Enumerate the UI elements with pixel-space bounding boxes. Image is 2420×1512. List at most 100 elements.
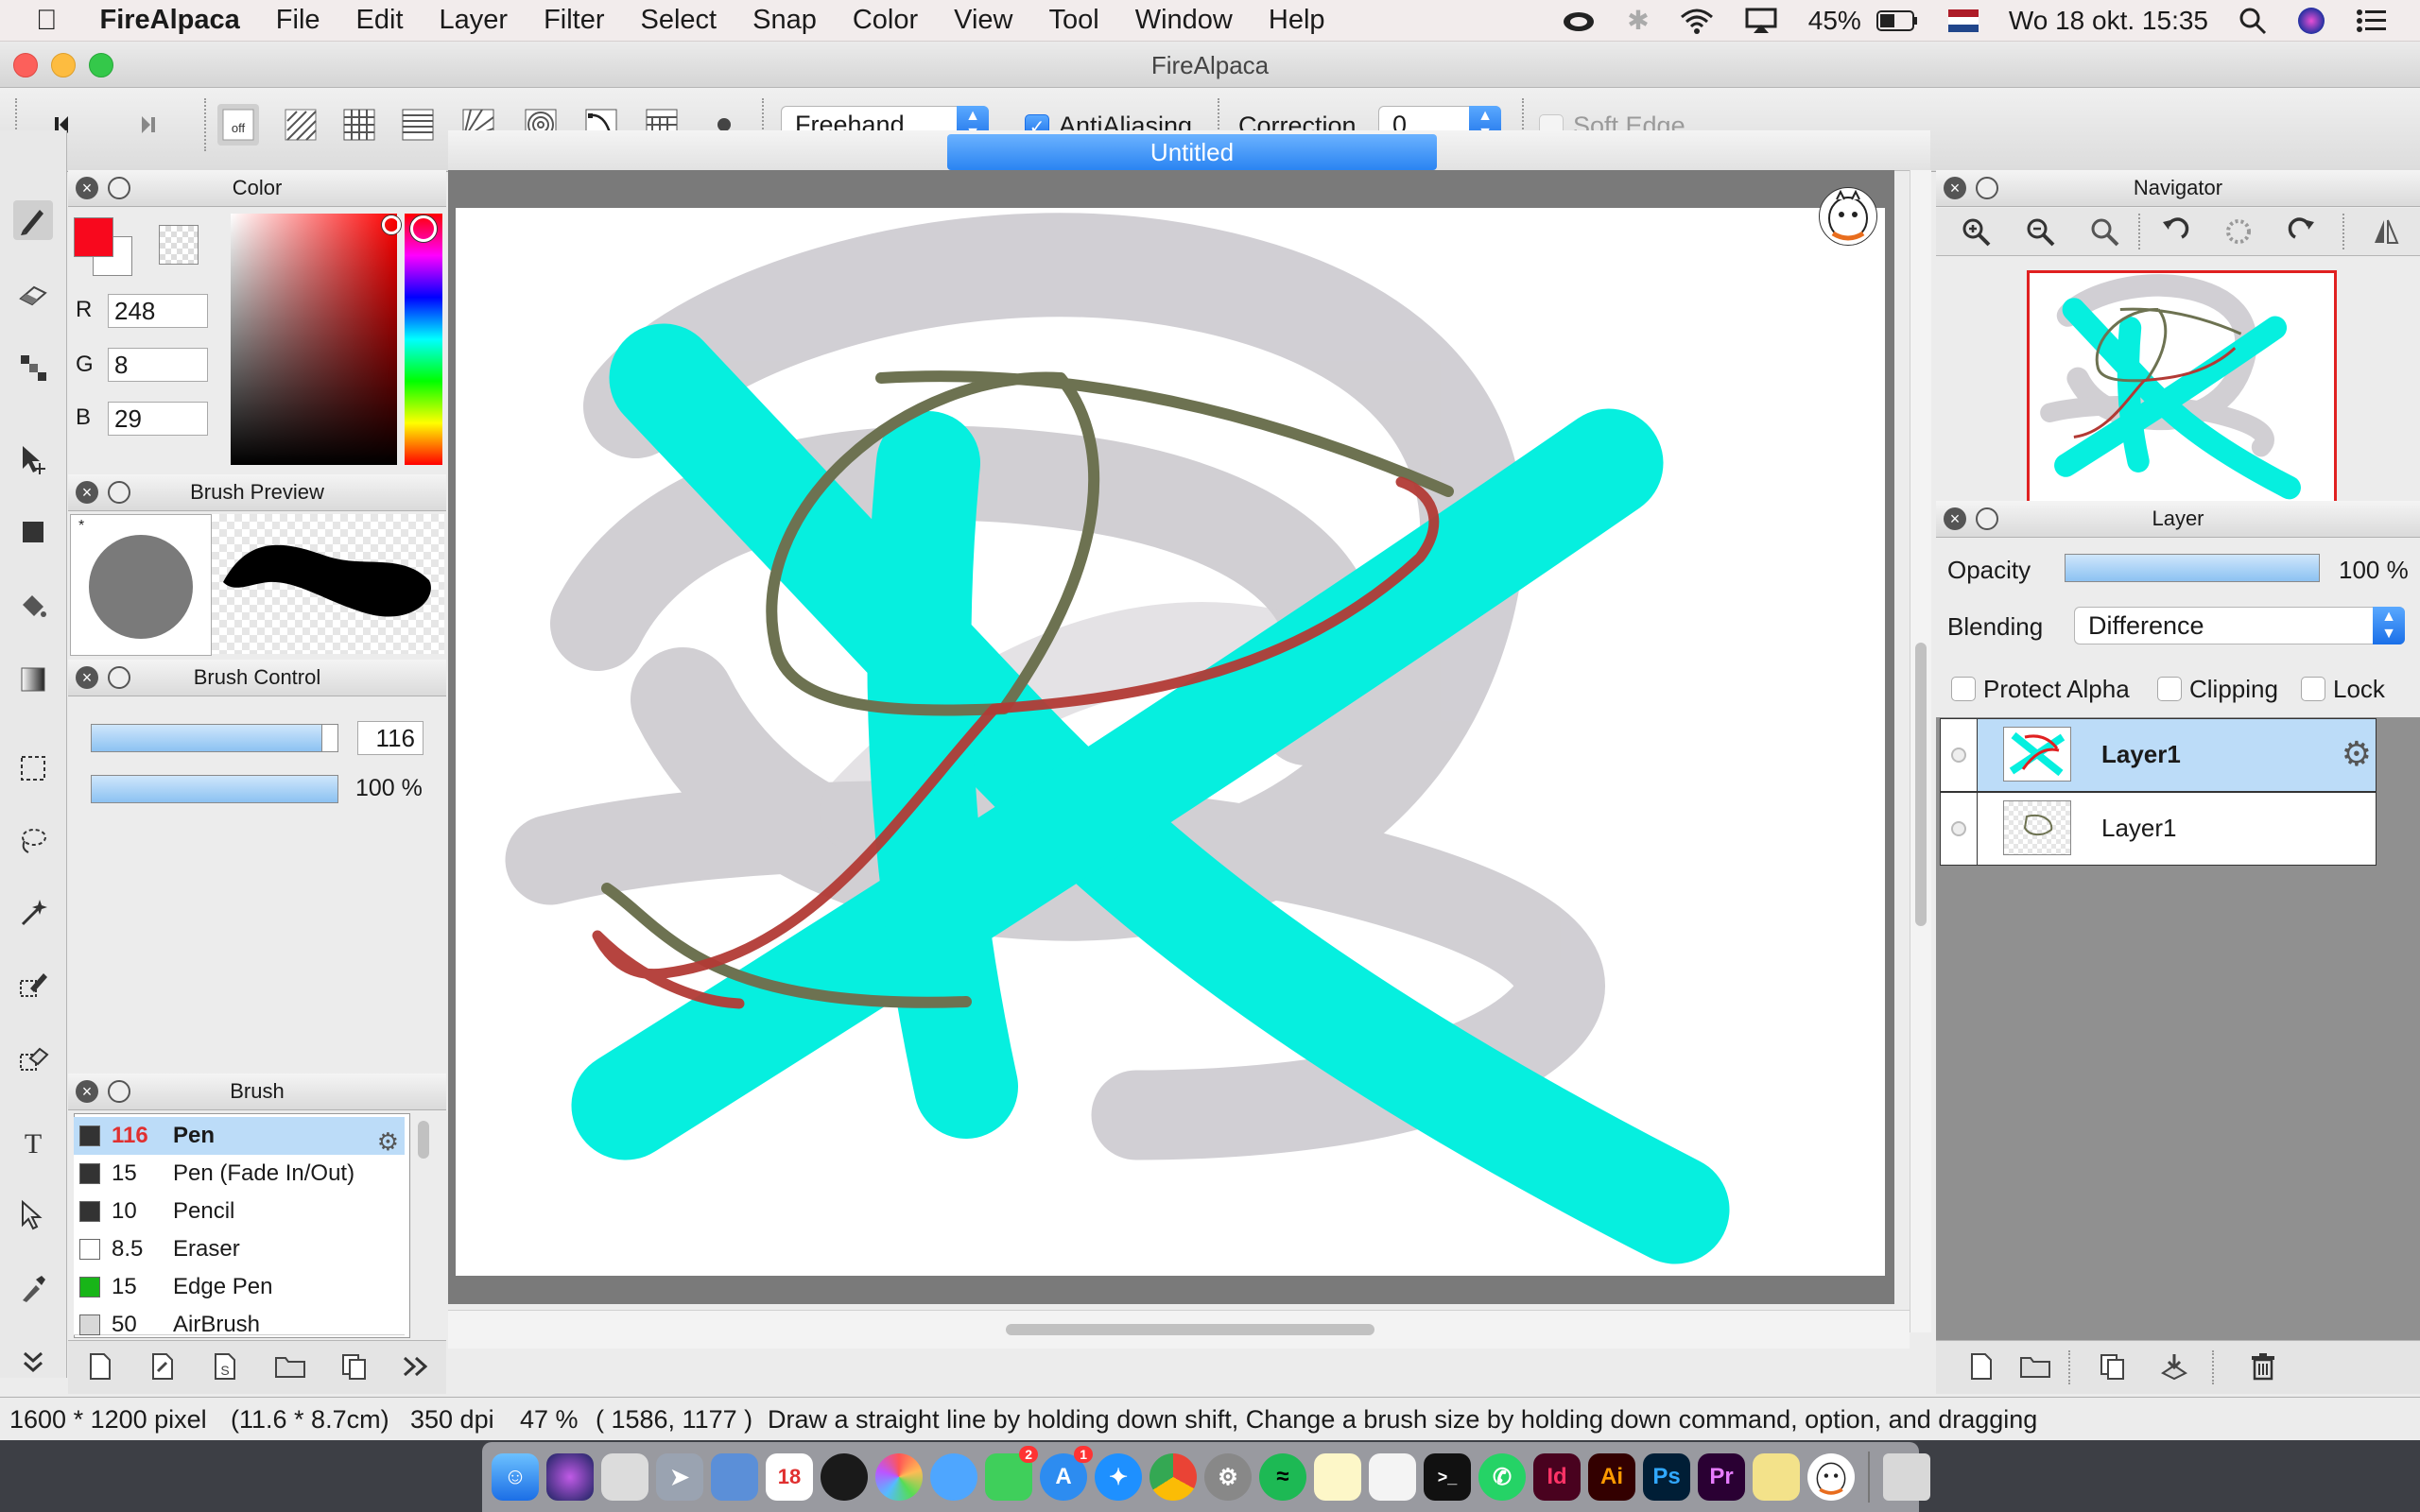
magic-wand-tool-icon[interactable] bbox=[13, 892, 53, 932]
b-input[interactable]: 29 bbox=[108, 402, 208, 436]
g-input[interactable]: 8 bbox=[108, 348, 208, 382]
document-tab[interactable]: Untitled bbox=[947, 134, 1437, 170]
menu-help[interactable]: Help bbox=[1251, 5, 1343, 36]
dashboard-icon[interactable] bbox=[821, 1453, 868, 1501]
safari-compass-icon[interactable]: ✦ bbox=[1095, 1453, 1142, 1501]
xcode-icon[interactable] bbox=[711, 1453, 758, 1501]
siri-icon[interactable] bbox=[2282, 7, 2341, 35]
duplicate-layer-icon[interactable] bbox=[2099, 1352, 2127, 1381]
brush-size-slider[interactable] bbox=[91, 724, 338, 752]
new-folder-icon[interactable] bbox=[2019, 1354, 2051, 1379]
battery-icon[interactable] bbox=[1876, 9, 1933, 32]
brush-list-item[interactable]: 15 Edge Pen bbox=[74, 1268, 405, 1307]
notes-icon[interactable] bbox=[1314, 1453, 1361, 1501]
detach-panel-icon[interactable] bbox=[108, 177, 130, 199]
menu-color[interactable]: Color bbox=[835, 5, 936, 36]
chrome-icon[interactable] bbox=[1150, 1453, 1197, 1501]
select-pen-tool-icon[interactable] bbox=[13, 964, 53, 1004]
brush-list-item[interactable]: 15 Pen (Fade In/Out) bbox=[74, 1155, 405, 1194]
detach-panel-icon[interactable] bbox=[108, 481, 130, 504]
drawing-canvas[interactable] bbox=[456, 208, 1885, 1276]
rotate-reset-icon[interactable] bbox=[2223, 216, 2254, 247]
select-tool-icon[interactable] bbox=[13, 748, 53, 788]
app-store-icon[interactable]: A 1 bbox=[1040, 1446, 1093, 1501]
layer-visibility-toggle[interactable] bbox=[1941, 719, 1978, 791]
layer-name[interactable]: Layer1 bbox=[2101, 740, 2181, 769]
hue-slider[interactable] bbox=[405, 214, 442, 465]
blending-mode-select[interactable]: Difference ▲ ▼ bbox=[2074, 607, 2405, 644]
lasso-tool-icon[interactable] bbox=[13, 820, 53, 860]
menu-edit[interactable]: Edit bbox=[338, 5, 422, 36]
layer-opacity-slider[interactable] bbox=[2065, 554, 2320, 582]
apple-icon[interactable]:  bbox=[0, 5, 82, 37]
wifi-icon[interactable] bbox=[1665, 8, 1729, 34]
detach-panel-icon[interactable] bbox=[108, 666, 130, 689]
photoshop-icon[interactable]: Ps bbox=[1643, 1453, 1690, 1501]
saturation-value-picker[interactable] bbox=[231, 214, 397, 465]
brush-size-input[interactable]: 116 bbox=[357, 721, 424, 755]
launchpad-rocket-icon[interactable]: ➤ bbox=[656, 1453, 703, 1501]
import-brush-icon[interactable] bbox=[149, 1352, 176, 1381]
rotate-left-icon[interactable] bbox=[2159, 216, 2189, 247]
menu-app-name[interactable]: FireAlpaca bbox=[82, 5, 258, 36]
detach-panel-icon[interactable] bbox=[108, 1080, 130, 1103]
clipping-checkbox[interactable] bbox=[2157, 677, 2182, 701]
rotate-right-icon[interactable] bbox=[2288, 216, 2318, 247]
creative-cloud-icon[interactable] bbox=[1546, 8, 1612, 34]
merge-down-icon[interactable] bbox=[2159, 1352, 2189, 1381]
notification-center-icon[interactable] bbox=[2341, 8, 2403, 34]
calendar-icon[interactable]: 18 bbox=[766, 1453, 813, 1501]
horizontal-scrollbar-thumb[interactable] bbox=[1006, 1324, 1374, 1335]
preview-icon[interactable] bbox=[601, 1453, 648, 1501]
close-panel-icon[interactable]: × bbox=[1944, 507, 1966, 530]
horizontal-scrollbar[interactable] bbox=[448, 1310, 1910, 1349]
clock[interactable]: Wo 18 okt. 15:35 bbox=[1994, 6, 2223, 36]
delete-layer-trash-icon[interactable] bbox=[2250, 1352, 2276, 1381]
textedit-icon[interactable] bbox=[1369, 1453, 1416, 1501]
layer-row[interactable]: Layer1 ⚙ bbox=[1940, 718, 2377, 792]
flip-horizontal-icon[interactable] bbox=[2371, 216, 2401, 247]
vertical-scrollbar-thumb[interactable] bbox=[1915, 643, 1927, 926]
messages-icon[interactable] bbox=[930, 1453, 977, 1501]
fill-rectangle-tool-icon[interactable] bbox=[13, 512, 53, 552]
menu-view[interactable]: View bbox=[936, 5, 1030, 36]
redo-icon[interactable] bbox=[127, 104, 168, 146]
menu-window[interactable]: Window bbox=[1117, 5, 1251, 36]
menu-filter[interactable]: Filter bbox=[526, 5, 622, 36]
indesign-icon[interactable]: Id bbox=[1533, 1453, 1581, 1501]
snap-off-button[interactable]: off bbox=[217, 104, 259, 146]
bucket-tool-icon[interactable] bbox=[13, 586, 53, 626]
siri-dock-icon[interactable] bbox=[546, 1453, 594, 1501]
firealpaca-dock-icon[interactable] bbox=[1807, 1453, 1855, 1501]
text-tool-icon[interactable]: T bbox=[13, 1123, 53, 1162]
gradient-tool-icon[interactable] bbox=[13, 660, 53, 699]
airplay-icon[interactable] bbox=[1729, 8, 1793, 34]
operation-tool-icon[interactable] bbox=[13, 1194, 53, 1234]
battery-percent[interactable]: 45% bbox=[1793, 6, 1876, 36]
dot-tool-icon[interactable] bbox=[13, 348, 53, 387]
menu-layer[interactable]: Layer bbox=[422, 5, 527, 36]
more-chevron-icon[interactable] bbox=[401, 1354, 431, 1379]
whatsapp-icon[interactable]: ✆ bbox=[1478, 1453, 1526, 1501]
spotlight-search-icon[interactable] bbox=[2223, 7, 2282, 35]
snap-grid-icon[interactable] bbox=[338, 104, 380, 146]
navigator-thumbnail[interactable] bbox=[2027, 270, 2337, 502]
close-panel-icon[interactable]: × bbox=[1944, 177, 1966, 199]
pen-tool-icon[interactable] bbox=[13, 200, 53, 240]
stickies-icon[interactable] bbox=[1753, 1453, 1800, 1501]
snap-parallel-icon[interactable] bbox=[280, 104, 321, 146]
layer-settings-gear-icon[interactable]: ⚙ bbox=[2342, 734, 2372, 774]
close-panel-icon[interactable]: × bbox=[76, 481, 98, 504]
vertical-scrollbar[interactable] bbox=[1910, 170, 1931, 1332]
terminal-icon[interactable]: >_ bbox=[1424, 1453, 1471, 1501]
brush-folder-icon[interactable] bbox=[274, 1354, 306, 1379]
lock-checkbox[interactable] bbox=[2301, 677, 2325, 701]
snap-crisscross-icon[interactable] bbox=[397, 104, 439, 146]
close-panel-icon[interactable]: × bbox=[76, 666, 98, 689]
brush-list-item[interactable]: 116 Pen ⚙ bbox=[74, 1117, 405, 1156]
layer-visibility-toggle[interactable] bbox=[1941, 793, 1978, 865]
r-input[interactable]: 248 bbox=[108, 294, 208, 328]
trash-icon[interactable] bbox=[1883, 1453, 1930, 1501]
photos-icon[interactable] bbox=[875, 1453, 923, 1501]
script-brush-icon[interactable]: S bbox=[212, 1352, 238, 1381]
